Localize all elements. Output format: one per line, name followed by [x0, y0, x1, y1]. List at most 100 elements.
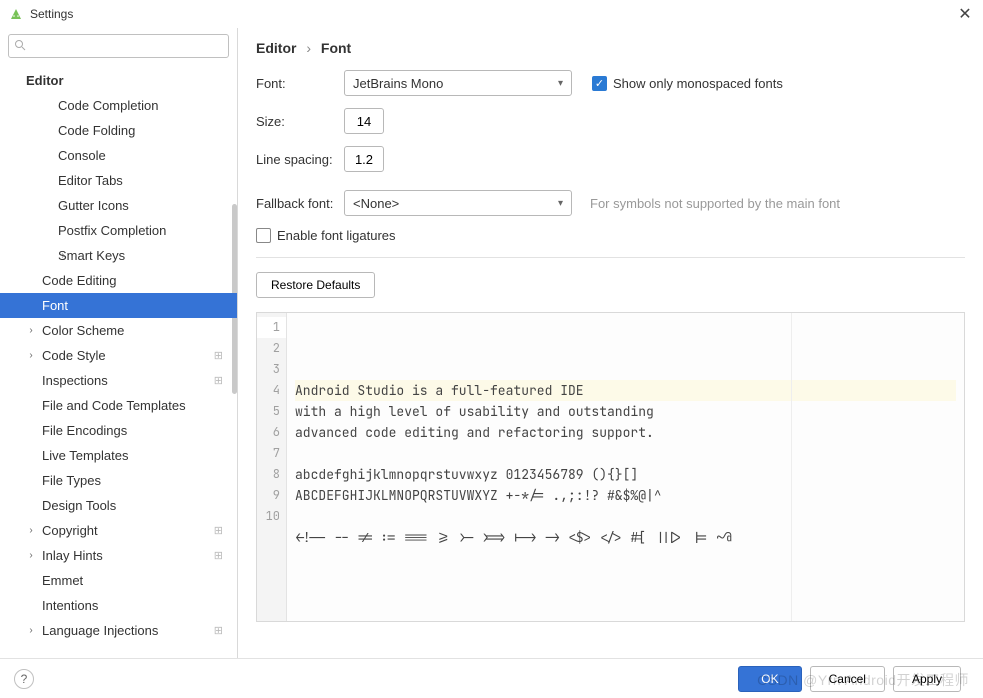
chevron-right-icon: › [26, 526, 36, 536]
sidebar-item-gutter-icons[interactable]: Gutter Icons [0, 193, 237, 218]
search-input[interactable] [8, 34, 229, 58]
sidebar-item-label: Intentions [42, 598, 98, 613]
sidebar-item-file-encodings[interactable]: File Encodings [0, 418, 237, 443]
code-line [295, 506, 956, 527]
app-icon [8, 6, 24, 22]
sidebar-item-label: Code Style [42, 348, 106, 363]
ok-button[interactable]: OK [738, 666, 801, 692]
sidebar-item-code-editing[interactable]: Code Editing [0, 268, 237, 293]
sidebar-item-smart-keys[interactable]: ›Smart Keys [0, 243, 237, 268]
sidebar-item-label: Language Injections [42, 623, 158, 638]
settings-tree[interactable]: Editor Code Completion Code Folding Console… [0, 64, 237, 658]
sidebar-item-label: Code Editing [42, 273, 116, 288]
chevron-right-icon: › [26, 551, 36, 561]
sidebar-item-label: Color Scheme [42, 323, 124, 338]
gear-icon: ⊞ [214, 624, 223, 637]
sidebar-item-label: Postfix Completion [58, 223, 166, 238]
sidebar-item-code-style[interactable]: ›Code Style⊞ [0, 343, 237, 368]
line-number: 9 [257, 485, 286, 506]
footer: ? OK Cancel Apply [0, 658, 983, 698]
gear-icon: ⊞ [214, 374, 223, 387]
sidebar-item-intentions[interactable]: Intentions [0, 593, 237, 618]
sidebar-item-live-templates[interactable]: Live Templates [0, 443, 237, 468]
sidebar-item-language-injections[interactable]: › Language Injections ⊞ [0, 618, 237, 643]
sidebar: Editor Code Completion Code Folding Console… [0, 28, 238, 658]
fallback-hint: For symbols not supported by the main fo… [590, 196, 840, 211]
chevron-right-icon: › [26, 326, 36, 336]
sidebar-item-label: Inspections [42, 373, 108, 388]
restore-defaults-button[interactable]: Restore Defaults [256, 272, 375, 298]
sidebar-item-inlay-hints[interactable]: › Inlay Hints ⊞ [0, 543, 237, 568]
code-line: Android Studio is a full-featured IDE [295, 380, 956, 401]
sidebar-item-copyright[interactable]: ›Copyright⊞ [0, 518, 237, 543]
breadcrumb-root[interactable]: Editor [256, 40, 296, 56]
font-dropdown[interactable]: JetBrains Mono ▾ [344, 70, 572, 96]
ligatures-checkbox[interactable] [256, 228, 271, 243]
sidebar-item-console[interactable]: Console [0, 143, 237, 168]
font-label: Font: [256, 76, 344, 91]
line-number: 3 [257, 359, 286, 380]
size-label: Size: [256, 114, 344, 129]
divider [256, 257, 965, 258]
sidebar-item-file-types[interactable]: File Types [0, 468, 237, 493]
chevron-right-icon: › [26, 626, 36, 636]
window-title: Settings [30, 7, 955, 21]
sidebar-item-design-tools[interactable]: Design Tools [0, 493, 237, 518]
sidebar-item-code-folding[interactable]: Code Folding [0, 118, 237, 143]
chevron-right-icon: › [26, 351, 36, 361]
code-line [295, 569, 956, 590]
sidebar-item-label: Design Tools [42, 498, 116, 513]
sidebar-item-font[interactable]: Font [0, 293, 237, 318]
font-preview: 12345678910 Android Studio is a full-fea… [256, 312, 965, 622]
monospaced-label: Show only monospaced fonts [613, 76, 783, 91]
fallback-value: <None> [353, 196, 558, 211]
code-line: abcdefghijklmnopqrstuvwxyz 0123456789 ()… [295, 464, 956, 485]
sidebar-item-label: Copyright [42, 523, 98, 538]
chevron-right-icon: › [300, 40, 317, 56]
code-line: ABCDEFGHIJKLMNOPQRSTUVWXYZ +-*/= .,;:!? … [295, 485, 956, 506]
sidebar-item-label: File Encodings [42, 423, 127, 438]
sidebar-item-label: Live Templates [42, 448, 128, 463]
chevron-down-icon: ▾ [558, 198, 563, 209]
gutter: 12345678910 [257, 313, 287, 621]
sidebar-item-label: File Types [42, 473, 101, 488]
fallback-font-dropdown[interactable]: <None> ▾ [344, 190, 572, 216]
titlebar: Settings ✕ [0, 0, 983, 28]
chevron-right-icon: › [58, 251, 68, 261]
line-number: 10 [257, 506, 286, 527]
font-value: JetBrains Mono [353, 76, 558, 91]
cancel-button[interactable]: Cancel [810, 666, 885, 692]
sidebar-item-label: Code Completion [58, 98, 158, 113]
size-input[interactable] [344, 108, 384, 134]
sidebar-item-emmet[interactable]: Emmet [0, 568, 237, 593]
sidebar-item-color-scheme[interactable]: › Color Scheme [0, 318, 237, 343]
help-icon[interactable]: ? [14, 669, 34, 689]
gear-icon: ⊞ [214, 549, 223, 562]
sidebar-item-label: Code Folding [58, 123, 135, 138]
line-number: 7 [257, 443, 286, 464]
fallback-label: Fallback font: [256, 196, 344, 211]
close-icon[interactable]: ✕ [955, 4, 975, 24]
code-line: <!-- -- != := === >= >- >=> |-> -> <$> <… [295, 527, 956, 548]
sidebar-item-inspections[interactable]: Inspections ⊞ [0, 368, 237, 393]
line-spacing-input[interactable] [344, 146, 384, 172]
line-number: 8 [257, 464, 286, 485]
code-line [295, 443, 956, 464]
code-area[interactable]: Android Studio is a full-featured IDEwit… [287, 313, 964, 621]
line-number: 6 [257, 422, 286, 443]
sidebar-item-postfix-completion[interactable]: Postfix Completion [0, 218, 237, 243]
chevron-down-icon: ▾ [558, 78, 563, 89]
sidebar-item-editor[interactable]: Editor [0, 68, 237, 93]
sidebar-item-editor-tabs[interactable]: Editor Tabs [0, 168, 237, 193]
monospaced-checkbox[interactable]: ✓ [592, 76, 607, 91]
sidebar-item-file-and-code-templates[interactable]: File and Code Templates [0, 393, 237, 418]
line-number: 2 [257, 338, 286, 359]
breadcrumb-leaf: Font [321, 40, 351, 56]
sidebar-item-code-completion[interactable]: Code Completion [0, 93, 237, 118]
sidebar-item-label: Editor [26, 73, 64, 88]
apply-button[interactable]: Apply [893, 666, 961, 692]
sidebar-item-label: File and Code Templates [42, 398, 186, 413]
sidebar-item-label: Inlay Hints [42, 548, 103, 563]
line-number: 1 [257, 317, 286, 338]
sidebar-item-label: Gutter Icons [58, 198, 129, 213]
